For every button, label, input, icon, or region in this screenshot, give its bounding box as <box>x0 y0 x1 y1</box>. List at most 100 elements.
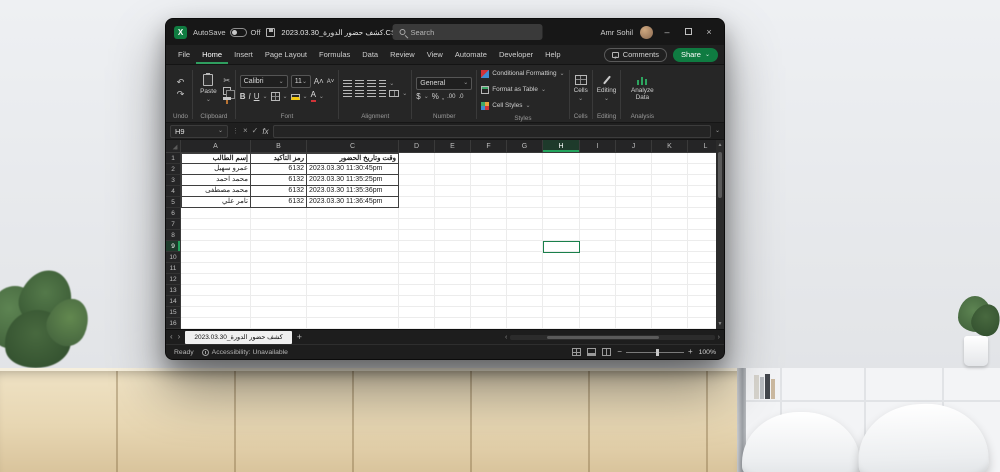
cells-area[interactable]: إسم الطالب رمز التأكيد وقت وتاريخ الحضور عم… <box>181 153 716 329</box>
decrease-decimal-icon[interactable]: .0 <box>458 94 463 100</box>
cell-I2[interactable] <box>580 164 616 175</box>
cell-C2[interactable]: 2023.03.30 11:30:45pm <box>307 164 399 175</box>
cell-L3[interactable] <box>688 175 716 186</box>
cell-A4[interactable]: محمد مصطفى <box>181 186 251 197</box>
row-header-5[interactable]: 5 <box>166 197 180 208</box>
menu-item-file[interactable]: File <box>172 45 196 64</box>
row-header-6[interactable]: 6 <box>166 208 180 219</box>
cell-E6[interactable] <box>435 208 471 219</box>
cell-A3[interactable]: محمد احمد <box>181 175 251 186</box>
cell-L8[interactable] <box>688 230 716 241</box>
cell-C9[interactable] <box>307 241 399 252</box>
orientation-icon[interactable] <box>379 80 387 87</box>
column-header-K[interactable]: K <box>652 140 688 152</box>
column-header-C[interactable]: C <box>307 140 399 152</box>
cell-K1[interactable] <box>652 153 688 164</box>
cell-G13[interactable] <box>507 285 543 296</box>
cell-K10[interactable] <box>652 252 688 263</box>
cell-I8[interactable] <box>580 230 616 241</box>
cell-I15[interactable] <box>580 307 616 318</box>
menu-item-home[interactable]: Home <box>196 45 228 64</box>
maximize-button[interactable] <box>681 19 695 45</box>
cell-G4[interactable] <box>507 186 543 197</box>
cell-F1[interactable] <box>471 153 507 164</box>
cell-F16[interactable] <box>471 318 507 329</box>
align-middle-icon[interactable] <box>355 80 365 87</box>
cell-B3[interactable]: 6132 <box>251 175 307 186</box>
cell-K12[interactable] <box>652 274 688 285</box>
format-painter-icon[interactable] <box>222 97 231 104</box>
sheet-tab-active[interactable]: كشف حضور الدورة_2023.03.30 <box>185 330 292 344</box>
cell-L11[interactable] <box>688 263 716 274</box>
italic-button[interactable]: I <box>248 92 250 101</box>
cell-L12[interactable] <box>688 274 716 285</box>
cell-F11[interactable] <box>471 263 507 274</box>
cell-G9[interactable] <box>507 241 543 252</box>
autosave-control[interactable]: AutoSave Off <box>193 27 260 37</box>
row-header-7[interactable]: 7 <box>166 219 180 230</box>
sheet-nav-left-icon[interactable]: ‹ <box>170 333 173 341</box>
cell-H7[interactable] <box>543 219 580 230</box>
horizontal-scrollbar[interactable]: ‹ › <box>505 334 720 341</box>
cell-K7[interactable] <box>652 219 688 230</box>
cell-E7[interactable] <box>435 219 471 230</box>
editing-button[interactable]: Editing ⌄ <box>597 75 616 102</box>
normal-view-icon[interactable] <box>572 348 582 356</box>
conditional-formatting-button[interactable]: Conditional Formatting ⌄ <box>481 67 565 80</box>
row-header-2[interactable]: 2 <box>166 164 180 175</box>
percent-icon[interactable]: % <box>432 92 439 101</box>
cell-D6[interactable] <box>399 208 435 219</box>
column-header-B[interactable]: B <box>251 140 307 152</box>
row-header-9[interactable]: 9 <box>166 241 180 252</box>
save-icon[interactable] <box>266 27 276 37</box>
cell-I14[interactable] <box>580 296 616 307</box>
row-header-15[interactable]: 15 <box>166 307 180 318</box>
cell-C11[interactable] <box>307 263 399 274</box>
merge-center-icon[interactable] <box>389 90 400 97</box>
cell-A15[interactable] <box>181 307 251 318</box>
column-header-D[interactable]: D <box>399 140 435 152</box>
add-sheet-button[interactable]: + <box>297 332 302 342</box>
cell-C5[interactable]: 2023.03.30 11:36:45pm <box>307 197 399 208</box>
cell-A5[interactable]: تامر علي <box>181 197 251 208</box>
comma-icon[interactable]: , <box>442 92 444 101</box>
format-as-table-button[interactable]: Format as Table ⌄ <box>481 83 564 96</box>
zoom-slider[interactable] <box>625 348 684 356</box>
cell-L14[interactable] <box>688 296 716 307</box>
cell-A16[interactable] <box>181 318 251 329</box>
cell-H15[interactable] <box>543 307 580 318</box>
accessibility-status[interactable]: Accessibility: Unavailable <box>201 348 288 356</box>
cell-K4[interactable] <box>652 186 688 197</box>
undo-icon[interactable]: ↶ <box>177 78 185 87</box>
select-all-corner[interactable] <box>166 140 181 153</box>
cell-C10[interactable] <box>307 252 399 263</box>
cell-K2[interactable] <box>652 164 688 175</box>
formula-input[interactable] <box>272 124 711 138</box>
cell-J10[interactable] <box>616 252 652 263</box>
copy-icon[interactable] <box>222 87 235 99</box>
cell-C6[interactable] <box>307 208 399 219</box>
cell-K8[interactable] <box>652 230 688 241</box>
horizontal-scroll-thumb[interactable] <box>547 335 660 339</box>
cell-F2[interactable] <box>471 164 507 175</box>
menu-item-view[interactable]: View <box>421 45 449 64</box>
cell-E14[interactable] <box>435 296 471 307</box>
align-center-icon[interactable] <box>355 90 365 97</box>
cell-H11[interactable] <box>543 263 580 274</box>
cell-D12[interactable] <box>399 274 435 285</box>
cell-I9[interactable] <box>580 241 616 252</box>
cell-I10[interactable] <box>580 252 616 263</box>
font-color-chevron-icon[interactable]: ⌄ <box>319 94 324 100</box>
cell-J13[interactable] <box>616 285 652 296</box>
increase-font-icon[interactable]: A˄ <box>314 77 324 86</box>
borders-chevron-icon[interactable]: ⌄ <box>283 94 288 100</box>
cell-K6[interactable] <box>652 208 688 219</box>
cell-D16[interactable] <box>399 318 435 329</box>
cell-C16[interactable] <box>307 318 399 329</box>
page-layout-view-icon[interactable] <box>587 348 597 356</box>
cell-B8[interactable] <box>251 230 307 241</box>
cell-G11[interactable] <box>507 263 543 274</box>
menu-item-review[interactable]: Review <box>384 45 421 64</box>
cell-E5[interactable] <box>435 197 471 208</box>
cell-H1[interactable] <box>543 153 580 164</box>
